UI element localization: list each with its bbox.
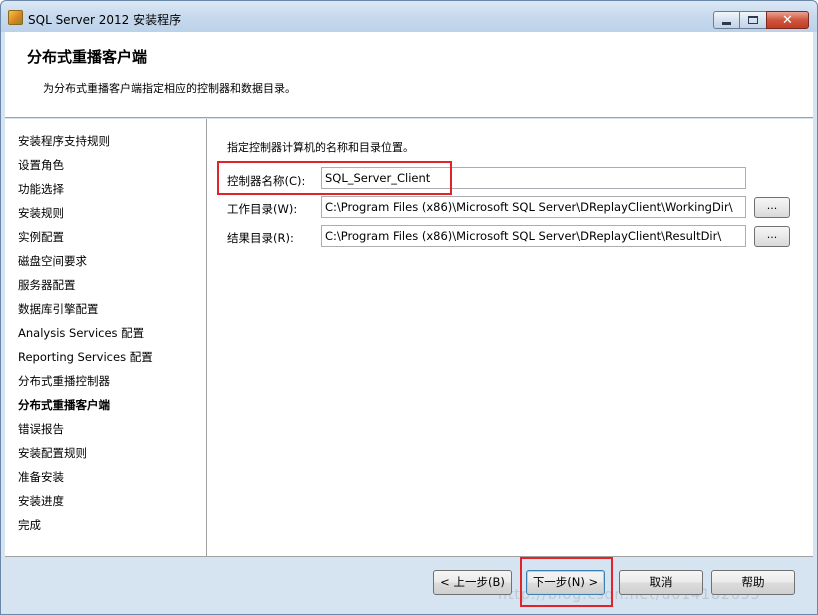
working-dir-input[interactable]: C:\Program Files (x86)\Microsoft SQL Ser… [321,196,746,218]
step-database-engine[interactable]: 数据库引擎配置 [18,301,99,317]
step-feature-selection[interactable]: 功能选择 [18,181,64,197]
step-server-configuration[interactable]: 服务器配置 [18,277,76,293]
step-installation-rules[interactable]: 安装规则 [18,205,64,221]
content-area: 安装程序支持规则 设置角色 功能选择 安装规则 实例配置 磁盘空间要求 服务器配… [5,119,813,557]
controller-name-label: 控制器名称(C): [227,174,306,188]
help-button[interactable]: 帮助 [711,570,795,595]
page-subtitle: 为分布式重播客户端指定相应的控制器和数据目录。 [43,82,296,95]
working-dir-browse-button[interactable]: ... [754,197,790,218]
page-header: 分布式重播客户端 为分布式重播客户端指定相应的控制器和数据目录。 [5,32,813,118]
working-dir-label: 工作目录(W): [227,202,298,216]
step-setup-support-rules[interactable]: 安装程序支持规则 [18,133,110,149]
back-button[interactable]: < 上一步(B) [433,570,512,595]
window-title: SQL Server 2012 安装程序 [28,13,182,27]
setup-window: SQL Server 2012 安装程序 ✕ 分布式重播客户端 为分布式重播客户… [0,0,818,615]
page-title: 分布式重播客户端 [27,48,148,66]
step-installation-progress[interactable]: 安装进度 [18,493,64,509]
step-complete[interactable]: 完成 [18,517,41,533]
minimize-icon [722,21,731,25]
result-dir-label: 结果目录(R): [227,231,294,245]
step-ready-to-install[interactable]: 准备安装 [18,469,64,485]
step-configuration-rules[interactable]: 安装配置规则 [18,445,87,461]
caption-buttons: ✕ [713,11,809,30]
result-dir-browse-button[interactable]: ... [754,226,790,247]
step-replay-client[interactable]: 分布式重播客户端 [18,397,110,413]
step-instance-configuration[interactable]: 实例配置 [18,229,64,245]
sql-setup-icon [8,10,23,25]
steps-sidebar: 安装程序支持规则 设置角色 功能选择 安装规则 实例配置 磁盘空间要求 服务器配… [5,119,207,556]
title-bar[interactable]: SQL Server 2012 安装程序 ✕ [1,1,817,32]
step-replay-controller[interactable]: 分布式重播控制器 [18,373,110,389]
step-setup-role[interactable]: 设置角色 [18,157,64,173]
close-button[interactable]: ✕ [766,11,809,29]
maximize-button[interactable] [740,11,766,29]
main-panel: 指定控制器计算机的名称和目录位置。 控制器名称(C): SQL_Server_C… [208,119,813,556]
next-button[interactable]: 下一步(N) > [526,570,605,595]
close-icon: ✕ [782,12,793,28]
step-disk-space[interactable]: 磁盘空间要求 [18,253,87,269]
result-dir-input[interactable]: C:\Program Files (x86)\Microsoft SQL Ser… [321,225,746,247]
minimize-button[interactable] [713,11,740,29]
maximize-icon [748,16,758,24]
step-error-reporting[interactable]: 错误报告 [18,421,64,437]
step-analysis-services[interactable]: Analysis Services 配置 [18,325,144,341]
step-reporting-services[interactable]: Reporting Services 配置 [18,349,153,365]
instruction-text: 指定控制器计算机的名称和目录位置。 [227,141,414,154]
controller-name-input[interactable]: SQL_Server_Client [321,167,746,189]
cancel-button[interactable]: 取消 [619,570,703,595]
